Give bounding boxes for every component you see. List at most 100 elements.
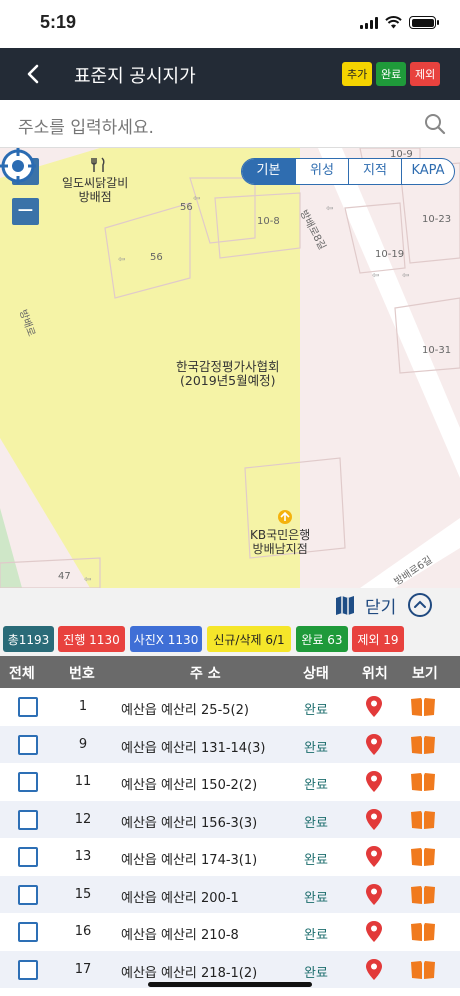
add-button[interactable]: 추가 <box>342 62 373 86</box>
tab-satellite[interactable]: 위성 <box>295 159 348 184</box>
book-view-icon[interactable] <box>411 923 435 941</box>
table-row: 15 예산읍 예산리 200-1 완료 <box>0 875 460 913</box>
zoom-out-button[interactable]: − <box>12 198 39 225</box>
row-address[interactable]: 예산읍 예산리 210-8 <box>121 924 239 943</box>
row-address[interactable]: 예산읍 예산리 25-5(2) <box>121 699 249 718</box>
chevron-up-icon[interactable] <box>407 592 433 618</box>
header-location: 위치 <box>362 666 388 682</box>
book-view-icon[interactable] <box>411 735 435 754</box>
location-pin-icon[interactable] <box>366 696 382 717</box>
search-icon[interactable] <box>424 113 446 135</box>
table-row: 13 예산읍 예산리 174-3(1) 완료 <box>0 838 460 876</box>
row-address[interactable]: 예산읍 예산리 218-1(2) <box>121 962 257 981</box>
table-header: 전체 번호 주 소 상태 위치 보기 <box>0 656 460 688</box>
map-view[interactable]: ⇦ ⇦ ⇦ ⇦ ⇦ ⇦ + − 기본 위성 지적 KAPA 일도씨닭갈비 방배점… <box>0 148 460 588</box>
back-arrow-icon[interactable] <box>22 62 46 86</box>
book-view-icon[interactable] <box>411 848 435 866</box>
filter-no-photo[interactable]: 사진X 1130 <box>130 626 202 652</box>
row-address[interactable]: 예산읍 예산리 156-3(3) <box>121 812 257 831</box>
tab-kapa[interactable]: KAPA <box>401 159 454 184</box>
status-time: 5:19 <box>40 12 77 32</box>
map-lot-label: 56 <box>150 252 163 263</box>
book-view-icon[interactable] <box>411 885 435 904</box>
book-view-icon[interactable] <box>411 773 435 791</box>
location-pin-icon[interactable] <box>366 921 382 942</box>
filter-total[interactable]: 총1193 <box>3 626 54 652</box>
row-checkbox[interactable] <box>18 734 38 755</box>
map-label-restaurant: 일도씨닭갈비 방배점 <box>62 176 129 204</box>
row-checkbox[interactable] <box>18 809 38 830</box>
battery-icon <box>409 16 439 29</box>
tab-basic[interactable]: 기본 <box>242 159 295 184</box>
bank-icon <box>278 510 292 524</box>
row-number: 15 <box>74 886 92 902</box>
row-status: 완료 <box>304 703 328 718</box>
search-input[interactable]: 주소를 입력하세요. <box>18 113 154 138</box>
svg-text:⇦: ⇦ <box>402 271 410 281</box>
location-pin-icon[interactable] <box>366 808 382 830</box>
row-number: 17 <box>74 961 92 977</box>
svg-text:⇦: ⇦ <box>84 575 92 585</box>
filter-complete[interactable]: 완료 63 <box>296 626 348 652</box>
location-pin-icon[interactable] <box>366 958 382 980</box>
row-checkbox[interactable] <box>18 772 38 792</box>
map-lot-label: 10-8 <box>257 216 280 227</box>
header-select-all[interactable]: 전체 <box>9 663 35 683</box>
close-panel-button[interactable]: 닫기 <box>365 593 396 618</box>
table-row: 1 예산읍 예산리 25-5(2) 완료 <box>0 688 460 726</box>
row-status: 완료 <box>304 965 328 981</box>
row-address[interactable]: 예산읍 예산리 174-3(1) <box>121 849 257 868</box>
book-view-icon[interactable] <box>411 698 435 716</box>
map-label-bank: KB국민은행 방배남지점 <box>250 528 311 556</box>
table-row: 9 예산읍 예산리 131-14(3) 완료 <box>0 725 460 763</box>
header-number: 번호 <box>69 666 95 682</box>
map-lot-label: 47 <box>58 571 71 582</box>
tab-cadastral[interactable]: 지적 <box>348 159 401 184</box>
wifi-icon <box>385 16 402 29</box>
map-lot-label: 10-23 <box>422 214 452 225</box>
row-status: 완료 <box>304 740 328 756</box>
filter-excluded[interactable]: 제외 19 <box>352 626 404 652</box>
map-icon[interactable] <box>334 594 356 616</box>
row-address[interactable]: 예산읍 예산리 200-1 <box>121 887 239 906</box>
row-status: 완료 <box>304 928 328 943</box>
row-status: 완료 <box>304 778 328 793</box>
book-view-icon[interactable] <box>411 810 435 829</box>
location-pin-icon[interactable] <box>366 733 382 755</box>
location-pin-icon[interactable] <box>366 846 382 867</box>
location-pin-icon[interactable] <box>366 883 382 905</box>
app-header: 표준지 공시지가 추가 완료 제외 <box>0 48 460 100</box>
row-checkbox[interactable] <box>18 959 38 980</box>
row-checkbox[interactable] <box>18 697 38 717</box>
header-address: 주 소 <box>190 666 221 682</box>
row-address[interactable]: 예산읍 예산리 150-2(2) <box>121 774 257 793</box>
table-row: 16 예산읍 예산리 210-8 완료 <box>0 913 460 951</box>
map-label-building: 한국감정평가사협회 (2019년5월예정) <box>176 359 280 388</box>
table-row: 11 예산읍 예산리 150-2(2) 완료 <box>0 763 460 801</box>
current-location-button[interactable] <box>0 148 36 184</box>
header-status: 상태 <box>303 666 329 682</box>
row-checkbox[interactable] <box>18 847 38 867</box>
exclude-button[interactable]: 제외 <box>410 62 441 86</box>
row-number: 1 <box>78 699 88 714</box>
row-number: 16 <box>74 924 92 939</box>
row-number: 11 <box>74 774 92 789</box>
complete-button[interactable]: 완료 <box>376 62 407 86</box>
location-pin-icon[interactable] <box>366 771 382 792</box>
filter-new-deleted[interactable]: 신규/삭제 6/1 <box>207 626 291 652</box>
status-bar: 5:19 <box>0 0 460 48</box>
filter-chips: 총1193 진행 1130 사진X 1130 신규/삭제 6/1 완료 63 제… <box>0 622 460 656</box>
book-view-icon[interactable] <box>411 960 435 979</box>
row-number: 13 <box>74 849 92 864</box>
page-title: 표준지 공시지가 <box>74 66 196 87</box>
header-view: 보기 <box>412 666 438 682</box>
row-checkbox[interactable] <box>18 922 38 942</box>
address-search-bar[interactable]: 주소를 입력하세요. <box>0 100 460 148</box>
svg-text:⇦: ⇦ <box>372 271 380 281</box>
filter-in-progress[interactable]: 진행 1130 <box>58 626 125 652</box>
row-address[interactable]: 예산읍 예산리 131-14(3) <box>121 737 266 756</box>
row-status: 완료 <box>304 890 328 906</box>
row-number: 12 <box>74 811 92 827</box>
map-lot-label: 10-9 <box>390 149 413 160</box>
row-checkbox[interactable] <box>18 884 38 905</box>
